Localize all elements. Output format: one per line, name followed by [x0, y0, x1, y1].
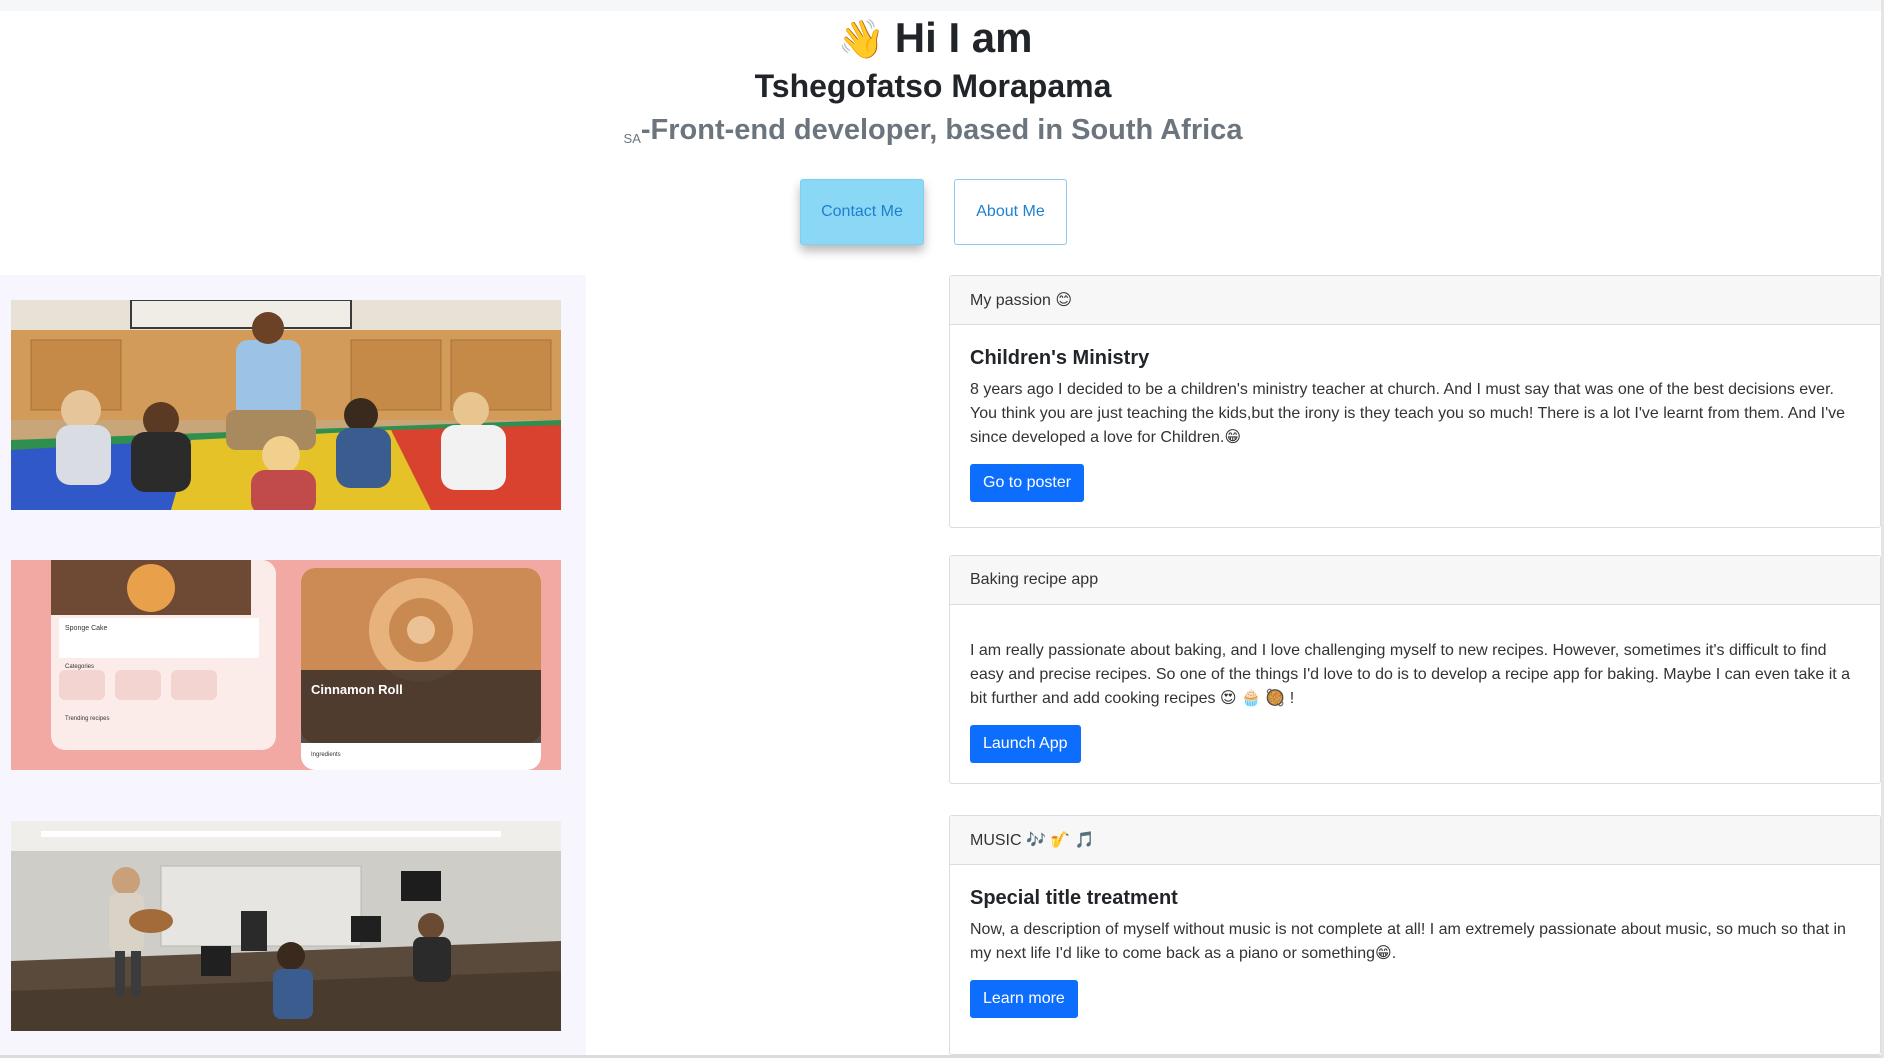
go-to-poster-button[interactable]: Go to poster [970, 464, 1085, 502]
music-card: MUSIC 🎶 🎷 🎵 Special title treatment Now,… [949, 815, 1881, 1055]
passion-card: My passion 😊 Children's Ministry 8 years… [949, 275, 1881, 528]
greeting-text: Hi I am [894, 14, 1033, 61]
waving-hand-icon: 👋 [837, 19, 885, 61]
card-header: My passion 😊 [950, 276, 1880, 325]
card-header: MUSIC 🎶 🎷 🎵 [950, 816, 1880, 865]
role-subheading: SA-Front-end developer, based in South A… [0, 114, 1866, 147]
baking-app-card: Baking recipe app I am really passionate… [949, 555, 1881, 784]
mockup-left-trending: Trending recipes [65, 716, 109, 722]
card-text: 8 years ago I decided to be a children's… [970, 381, 1846, 446]
full-name-heading: Tshegofatso Morapama [754, 68, 1112, 104]
card-body: Children's Ministry 8 years ago I decide… [950, 347, 1880, 502]
baking-recipe-app-mockup: Sponge Cake Categories Trending recipes … [11, 560, 561, 770]
mockup-right-ingredients: Ingredients [311, 752, 341, 758]
top-strip [0, 0, 1884, 11]
card-title: Special title treatment [970, 887, 1178, 909]
mockup-left-title: Sponge Cake [65, 625, 108, 632]
contact-me-button[interactable]: Contact Me [800, 179, 924, 245]
music-class-photo [11, 821, 561, 1031]
role-prefix: SA [623, 131, 641, 146]
learn-more-button[interactable]: Learn more [970, 980, 1078, 1018]
card-text: I am really passionate about baking, and… [970, 642, 1851, 707]
about-me-button[interactable]: About Me [954, 179, 1067, 245]
card-title: Children's Ministry [970, 347, 1150, 369]
card-body: I am really passionate about baking, and… [950, 639, 1880, 763]
card-body: Special title treatment Now, a descripti… [950, 887, 1880, 1018]
launch-app-button[interactable]: Launch App [970, 725, 1081, 763]
mockup-left-categories: Categories [65, 664, 94, 670]
greeting-heading: 👋 Hi I am [0, 14, 1870, 62]
teacher-with-children-photo [11, 300, 561, 510]
role-text: -Front-end developer, based in South Afr… [640, 114, 1243, 146]
card-text: Now, a description of myself without mus… [970, 921, 1846, 962]
mockup-right-title: Cinnamon Roll [311, 682, 403, 697]
card-header: Baking recipe app [950, 556, 1880, 605]
